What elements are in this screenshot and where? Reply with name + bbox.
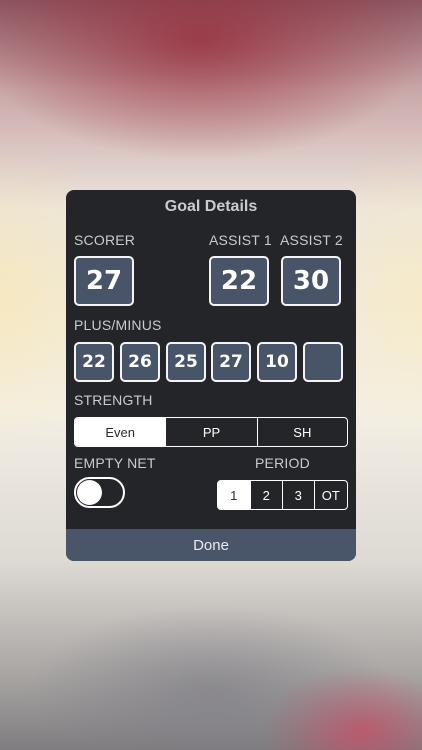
plus-minus-jersey-button[interactable]: 22 <box>74 342 114 382</box>
plus-minus-empty-slot-button[interactable] <box>303 342 343 382</box>
assist2-label: ASSIST 2 <box>280 232 343 248</box>
done-button[interactable]: Done <box>66 529 356 561</box>
plus-minus-jersey-button[interactable]: 27 <box>211 342 251 382</box>
plus-minus-label: PLUS/MINUS <box>74 317 162 333</box>
dialog-title: Goal Details <box>164 198 258 215</box>
scorer-label: SCORER <box>74 232 136 248</box>
period-segmented-control: 1 2 3 OT <box>217 480 348 510</box>
plus-minus-jersey-button[interactable]: 26 <box>120 342 160 382</box>
period-label: PERIOD <box>255 455 310 471</box>
empty-net-label: EMPTY NET <box>74 455 156 471</box>
period-option-2[interactable]: 2 <box>249 481 283 509</box>
assist2-jersey-button[interactable]: 30 <box>281 256 341 306</box>
empty-net-toggle[interactable] <box>74 477 125 508</box>
assist1-label: ASSIST 1 <box>209 232 272 248</box>
strength-segmented-control: Even PP SH <box>74 417 348 447</box>
plus-minus-jersey-button[interactable]: 25 <box>166 342 206 382</box>
strength-option-pp[interactable]: PP <box>165 418 256 446</box>
period-option-1[interactable]: 1 <box>218 481 250 509</box>
period-option-ot[interactable]: OT <box>313 481 347 509</box>
strength-option-even[interactable]: Even <box>75 418 166 446</box>
goal-details-dialog: Goal Details SCORER ASSIST 1 ASSIST 2 27… <box>66 190 356 561</box>
period-option-3[interactable]: 3 <box>282 481 314 509</box>
scorer-jersey-button[interactable]: 27 <box>74 256 134 306</box>
strength-label: STRENGTH <box>74 392 153 408</box>
strength-option-sh[interactable]: SH <box>256 418 347 446</box>
plus-minus-jersey-button[interactable]: 10 <box>257 342 297 382</box>
toggle-knob <box>77 480 102 505</box>
assist1-jersey-button[interactable]: 22 <box>209 256 269 306</box>
